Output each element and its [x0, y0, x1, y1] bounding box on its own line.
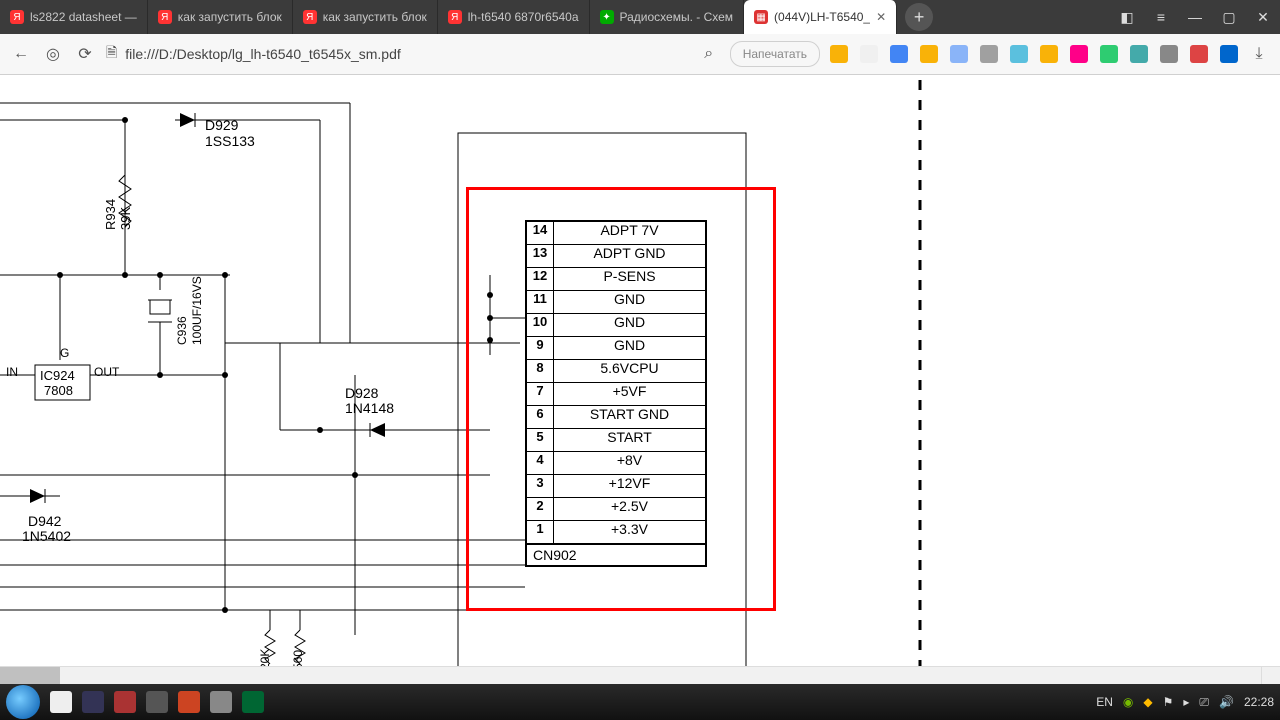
minimize-button[interactable]: —: [1178, 0, 1212, 34]
tab-favicon: Я: [303, 10, 317, 24]
close-window-button[interactable]: ✕: [1246, 0, 1280, 34]
c936-ref: C936: [175, 316, 189, 345]
tab-title: (044V)LH-T6540_: [774, 10, 870, 24]
maximize-button[interactable]: ▢: [1212, 0, 1246, 34]
tab-title: как запустить блок: [178, 10, 282, 24]
tab-close-icon[interactable]: ✕: [876, 10, 886, 24]
pdf-viewport[interactable]: D929 1SS133 R934 39K C936 100UF/16VS IC9…: [0, 75, 1280, 685]
task-app4-icon[interactable]: [178, 691, 200, 713]
tab-favicon: Я: [158, 10, 172, 24]
browser-tab[interactable]: Якак запустить блок: [148, 0, 293, 34]
windows-taskbar: EN ◉ ◆ ⚑ ▸ ⎚ 🔊 22:28: [0, 684, 1280, 720]
back-button[interactable]: ←: [10, 43, 32, 65]
task-app3-icon[interactable]: [146, 691, 168, 713]
tray-flag-icon[interactable]: ⚑: [1163, 695, 1174, 709]
extension-icon[interactable]: [1100, 45, 1118, 63]
ic924-g: G: [60, 346, 69, 360]
extensions-row: [830, 45, 1238, 63]
r934-ref: R934: [103, 199, 118, 230]
extension-icon[interactable]: [1130, 45, 1148, 63]
ic924-in: IN: [6, 365, 18, 379]
browser-tab[interactable]: ✦ Радиосхемы. - Схем: [590, 0, 745, 34]
window-controls: ◧ ≡ — ▢ ✕: [1110, 0, 1280, 34]
horizontal-scrollbar[interactable]: [0, 666, 1262, 685]
tray-clock[interactable]: 22:28: [1244, 695, 1274, 709]
extension-icon[interactable]: [890, 45, 908, 63]
extension-icon[interactable]: [830, 45, 848, 63]
task-app5-icon[interactable]: [210, 691, 232, 713]
system-tray: EN ◉ ◆ ⚑ ▸ ⎚ 🔊 22:28: [1096, 695, 1274, 710]
tray-lang[interactable]: EN: [1096, 695, 1113, 709]
tab-overview-icon[interactable]: ◧: [1110, 0, 1144, 34]
tray-battery-icon[interactable]: ⎚: [1199, 695, 1209, 710]
print-button[interactable]: Напечатать: [730, 41, 820, 67]
url-text: file:///D:/Desktop/lg_lh-t6540_t6545x_sm…: [125, 46, 401, 62]
tab-favicon: ✦: [600, 10, 614, 24]
task-yandex-icon[interactable]: [50, 691, 72, 713]
ic924-out: OUT: [94, 365, 119, 379]
extension-icon[interactable]: [1220, 45, 1238, 63]
settings-lines-icon[interactable]: ≡: [1144, 0, 1178, 34]
ic924-val: 7808: [44, 383, 73, 398]
tab-favicon: ▦: [754, 10, 768, 24]
tray-volume-icon[interactable]: 🔊: [1219, 695, 1234, 709]
browser-tab[interactable]: Яlh-t6540 6870r6540a: [438, 0, 590, 34]
tray-network-icon[interactable]: ▸: [1183, 695, 1189, 709]
scroll-corner: [1261, 666, 1280, 685]
extension-icon[interactable]: [950, 45, 968, 63]
browser-tab[interactable]: Яls2822 datasheet —: [0, 0, 148, 34]
extension-icon[interactable]: [860, 45, 878, 63]
d928-val: 1N4148: [345, 400, 394, 416]
task-app6-icon[interactable]: [242, 691, 264, 713]
address-bar: ← ◎ ⟳ 🗎 file:///D:/Desktop/lg_lh-t6540_t…: [0, 34, 1280, 75]
tab-favicon: Я: [10, 10, 24, 24]
task-app2-icon[interactable]: [114, 691, 136, 713]
reload-button[interactable]: ⟳: [74, 43, 96, 65]
extension-icon[interactable]: [1190, 45, 1208, 63]
d928-ref: D928: [345, 385, 378, 401]
d929-val: 1SS133: [205, 133, 255, 149]
extension-icon[interactable]: [1040, 45, 1058, 63]
extension-icon[interactable]: [980, 45, 998, 63]
r934-val: 39K: [118, 207, 133, 230]
tab-favicon: Я: [448, 10, 462, 24]
browser-tab[interactable]: ▦ (044V)LH-T6540_ ✕: [744, 0, 897, 34]
shield-icon[interactable]: ◎: [42, 43, 64, 65]
extension-icon[interactable]: [920, 45, 938, 63]
url-display[interactable]: 🗎 file:///D:/Desktop/lg_lh-t6540_t6545x_…: [106, 42, 586, 66]
tab-title: ls2822 datasheet —: [30, 10, 137, 24]
extension-icon[interactable]: [1160, 45, 1178, 63]
tab-title: как запустить блок: [323, 10, 427, 24]
ic924-ref: IC924: [40, 368, 75, 383]
c936-val: 100UF/16VS: [190, 276, 204, 345]
new-tab-button[interactable]: +: [905, 3, 933, 31]
browser-tab[interactable]: Якак запустить блок: [293, 0, 438, 34]
extension-icon[interactable]: [1010, 45, 1028, 63]
tab-title: Радиосхемы. - Схем: [620, 10, 734, 24]
d942-val: 1N5402: [22, 528, 71, 544]
task-app1-icon[interactable]: [82, 691, 104, 713]
start-button[interactable]: [6, 685, 40, 719]
browser-tab-strip: Яls2822 datasheet —Якак запустить блокЯк…: [0, 0, 1280, 34]
highlight-box: [466, 187, 776, 611]
tray-app-icon[interactable]: ◆: [1143, 695, 1152, 709]
tab-title: lh-t6540 6870r6540a: [468, 10, 579, 24]
d942-ref: D942: [28, 513, 61, 529]
download-icon[interactable]: ⤓: [1248, 43, 1270, 65]
page-icon: 🗎: [106, 42, 117, 66]
search-icon[interactable]: ⌕: [698, 43, 720, 65]
tray-nvidia-icon[interactable]: ◉: [1123, 695, 1133, 709]
d929-ref: D929: [205, 117, 238, 133]
extension-icon[interactable]: [1070, 45, 1088, 63]
